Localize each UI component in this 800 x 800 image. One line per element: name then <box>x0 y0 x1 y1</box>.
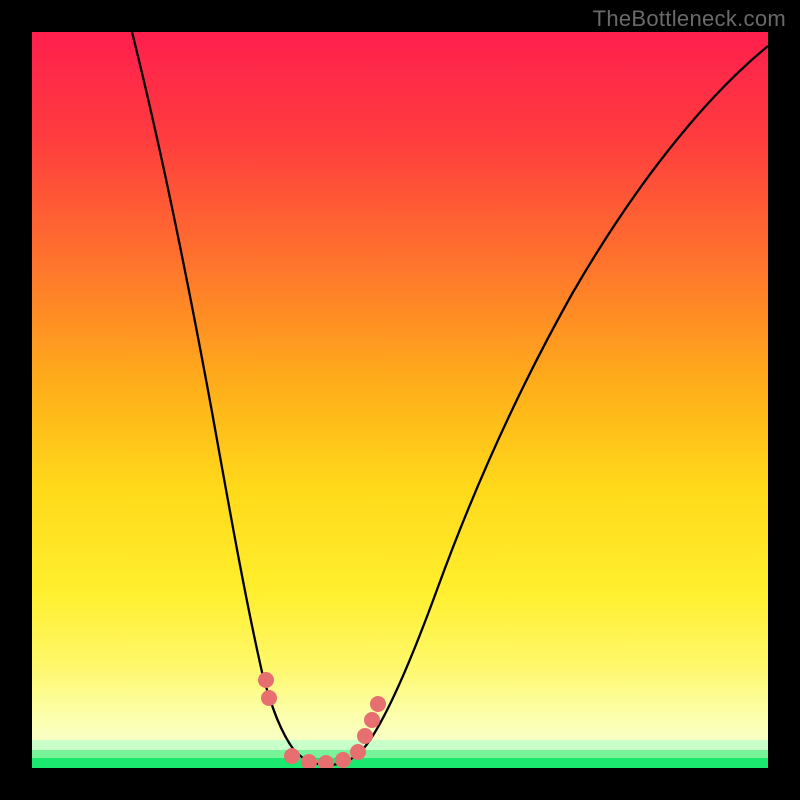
green-baseline-strip <box>32 758 768 768</box>
plot-area <box>32 32 768 768</box>
green-baseline-mid <box>32 750 768 758</box>
chart-frame: TheBottleneck.com <box>0 0 800 800</box>
gradient-background <box>32 32 768 768</box>
chart-svg <box>32 32 768 768</box>
watermark-text: TheBottleneck.com <box>593 6 786 32</box>
green-baseline-fade <box>32 740 768 750</box>
